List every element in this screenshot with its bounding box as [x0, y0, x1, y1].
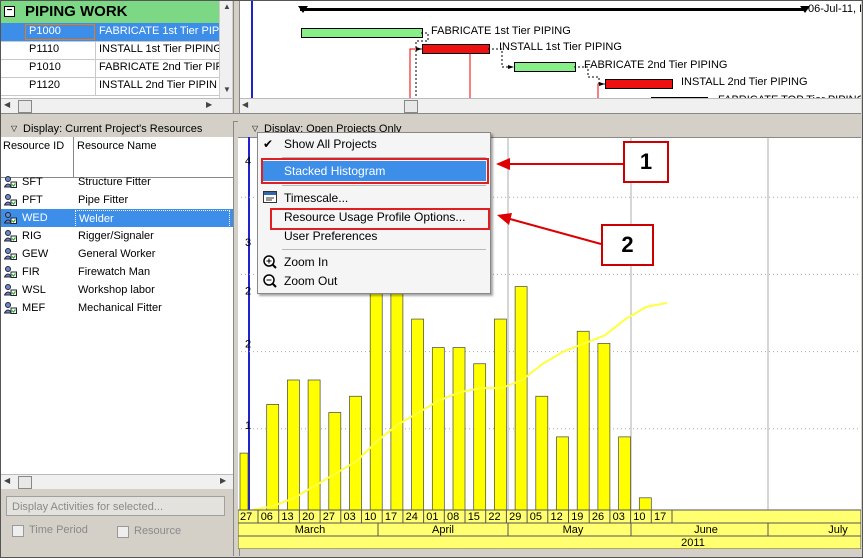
annotation-arrows — [496, 158, 623, 245]
callout-1: 1 — [623, 141, 669, 183]
callout-2: 2 — [601, 224, 654, 266]
